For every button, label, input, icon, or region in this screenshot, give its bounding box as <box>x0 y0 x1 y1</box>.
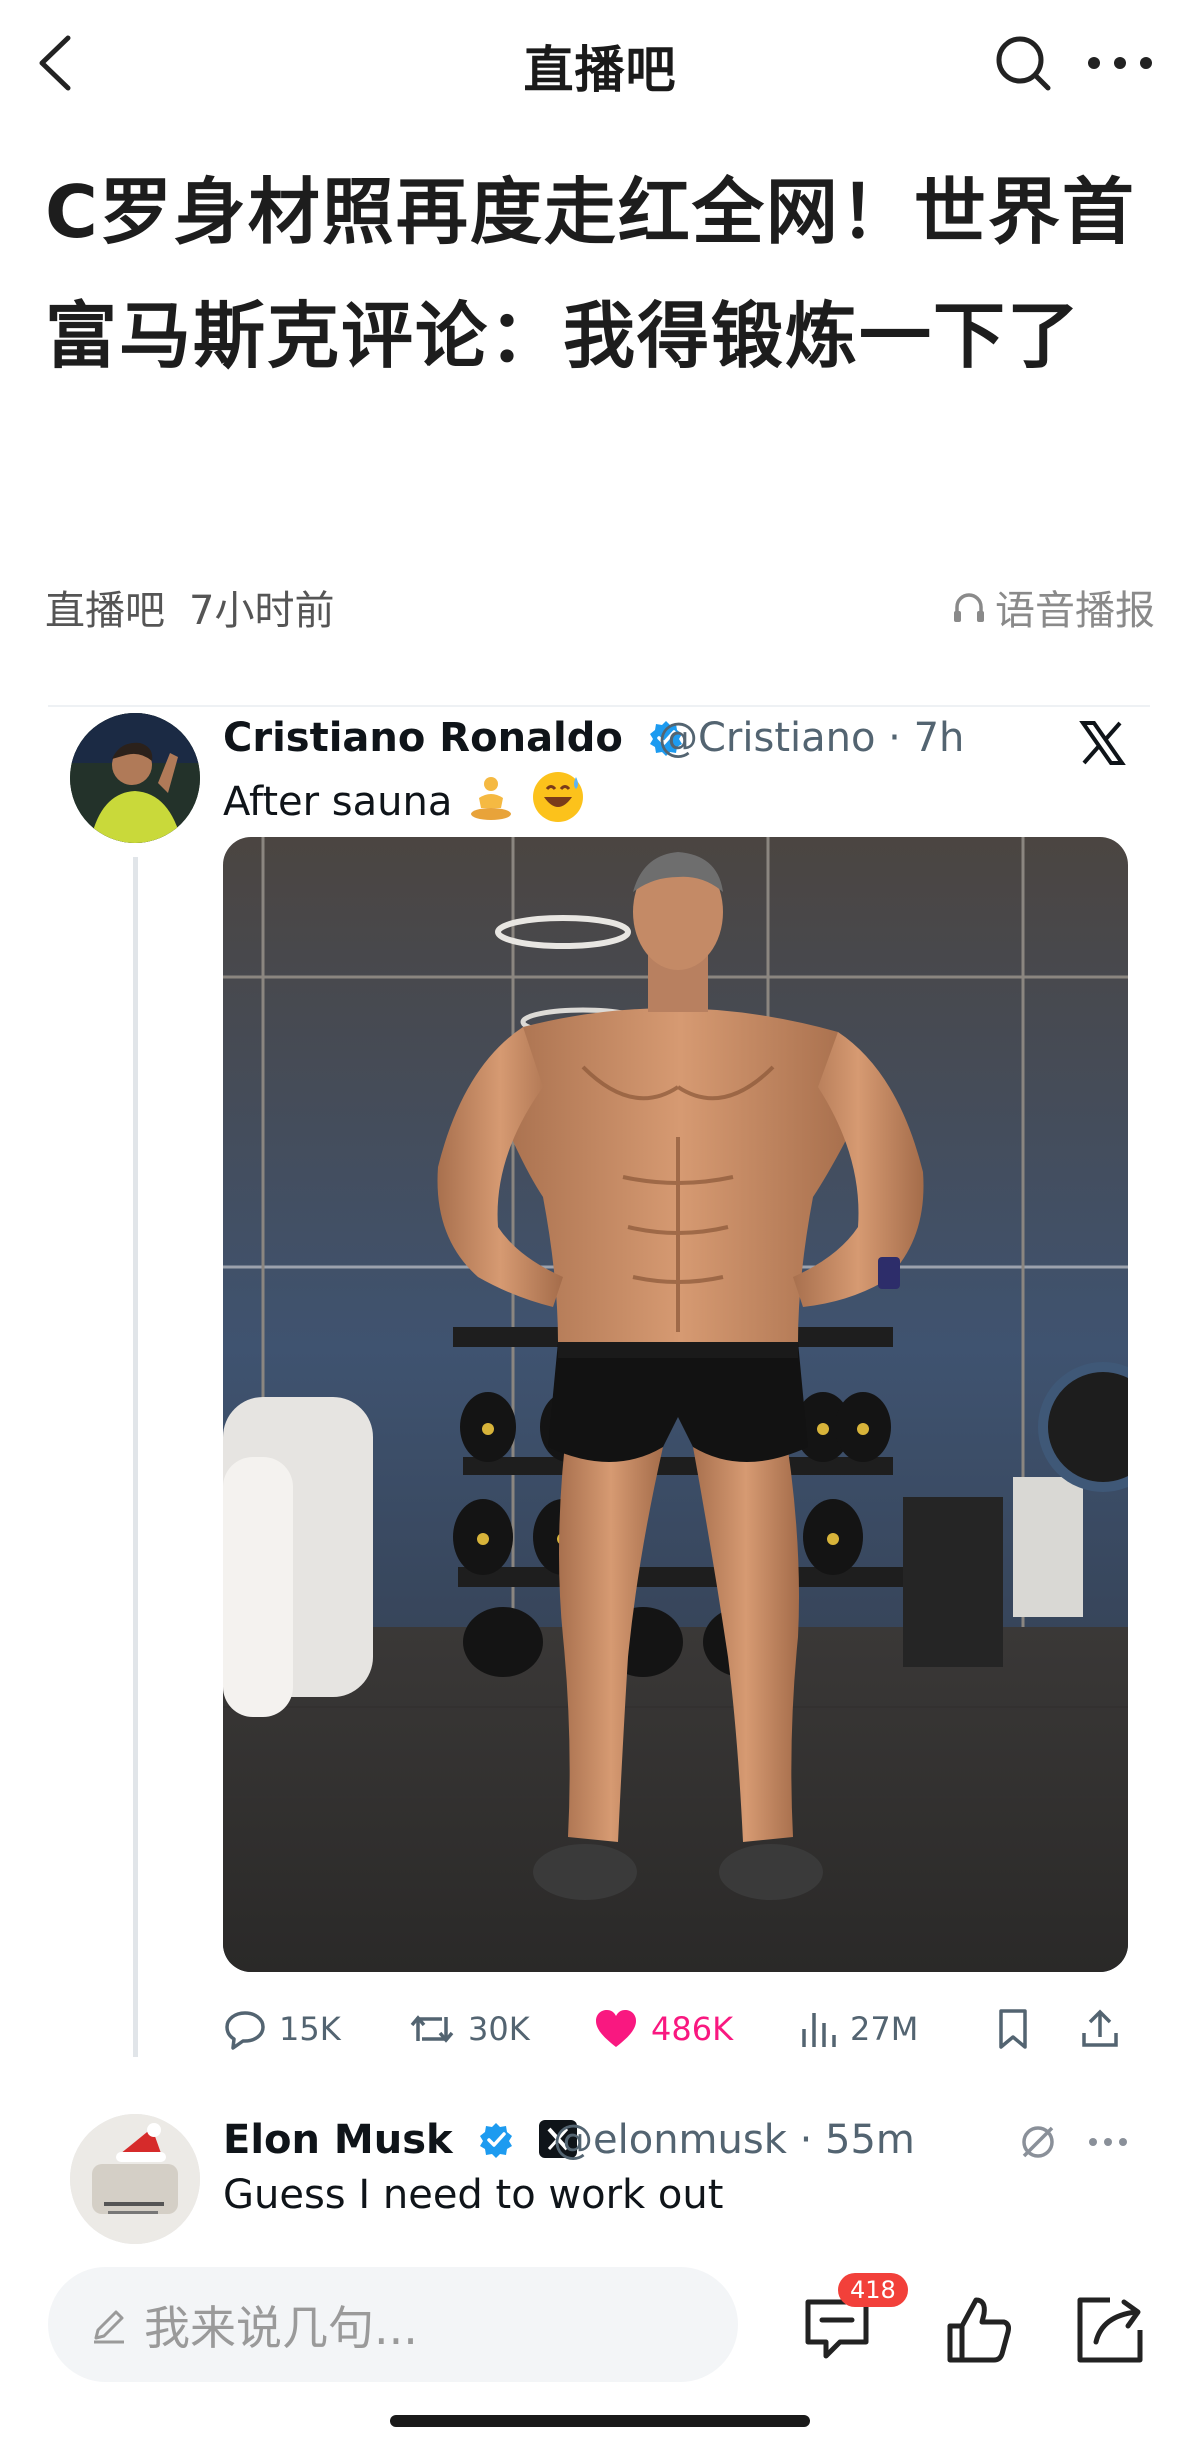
upload-icon <box>1082 2009 1118 2047</box>
audio-read-label: 语音播报 <box>995 588 1155 634</box>
tweet-embed[interactable]: Cristiano Ronaldo @Cristiano · 7h After … <box>48 705 1150 2245</box>
reply-button[interactable]: 15K <box>223 2007 341 2051</box>
reply-handle: @elonmusk · 55m <box>553 2117 915 2163</box>
article-meta: 直播吧 7小时前 <box>45 578 334 636</box>
tweet-author-name: Cristiano Ronaldo <box>223 715 623 761</box>
share-button[interactable] <box>1070 2290 1150 2370</box>
tweet-author[interactable]: Cristiano Ronaldo <box>223 715 685 767</box>
avatar <box>70 2114 200 2244</box>
tweet-actions: 15K 30K 486K 27M <box>223 2007 1128 2067</box>
avatar <box>70 713 200 843</box>
home-indicator <box>390 2415 810 2427</box>
audio-read-button[interactable]: 语音播报 <box>949 578 1155 636</box>
lotus-emoji-icon <box>466 772 516 832</box>
comment-input[interactable]: 我来说几句... <box>48 2267 738 2382</box>
pencil-icon <box>94 2310 124 2343</box>
bookmark-icon <box>999 2009 1027 2049</box>
more-button[interactable] <box>1080 28 1160 98</box>
share-tweet-button[interactable] <box>1078 2007 1134 2051</box>
search-icon <box>996 36 1051 91</box>
reply-author-name: Elon Musk <box>223 2117 453 2163</box>
reply-icon <box>225 2011 265 2050</box>
retweet-icon <box>410 2015 454 2043</box>
verified-badge-icon <box>477 2121 515 2169</box>
tweet-handle: @Cristiano · 7h <box>658 715 965 761</box>
headphones-icon <box>954 593 984 622</box>
search-button[interactable] <box>990 28 1060 98</box>
tweet-text: After sauna <box>223 769 586 835</box>
comment-placeholder: 我来说几句... <box>144 2300 418 2355</box>
bookmark-button[interactable] <box>993 2007 1045 2051</box>
reply-count: 15K <box>279 2010 341 2048</box>
thumbs-up-button[interactable] <box>940 2290 1020 2370</box>
views-icon <box>802 2013 836 2047</box>
grinning-sweat-emoji-icon <box>530 769 586 835</box>
reply-author[interactable]: Elon Musk <box>223 2117 578 2169</box>
retweet-button[interactable]: 30K <box>408 2007 530 2051</box>
top-nav: 直播吧 <box>0 0 1200 125</box>
views-count: 27M <box>850 2010 919 2048</box>
thread-line <box>133 857 138 2057</box>
tweet-text-body: After sauna <box>223 779 453 825</box>
article-source: 直播吧 <box>45 588 165 634</box>
retweet-count: 30K <box>468 2010 530 2048</box>
article-time: 7小时前 <box>189 588 335 634</box>
x-logo-icon <box>1078 719 1126 767</box>
like-button[interactable]: 486K <box>593 2007 733 2051</box>
more-icon[interactable] <box>1083 2122 1133 2162</box>
views-button[interactable]: 27M <box>798 2007 918 2051</box>
thumbs-up-icon <box>947 2297 1011 2363</box>
like-count: 486K <box>651 2010 734 2048</box>
tweet-photo[interactable] <box>223 837 1128 1972</box>
more-icon <box>1088 57 1152 69</box>
article-title: C罗身材照再度走红全网！世界首富马斯克评论：我得锻炼一下了 <box>45 170 1136 378</box>
comment-count-badge: 418 <box>838 2273 908 2307</box>
share-icon <box>1077 2297 1143 2363</box>
reply-tools <box>1018 2122 1133 2166</box>
grok-icon[interactable] <box>1018 2122 1058 2162</box>
reply-text: Guess I need to work out <box>223 2172 724 2218</box>
heart-icon <box>596 2010 636 2047</box>
